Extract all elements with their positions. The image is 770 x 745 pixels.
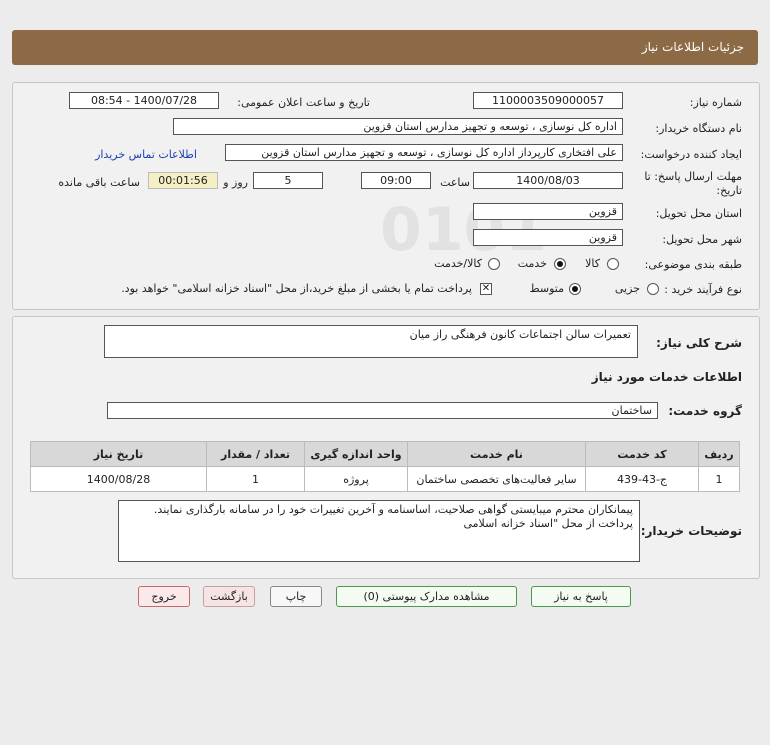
buyer-notes-label: توضیحات خریدار: (640, 524, 742, 538)
buyer-notes-line-1: پیمانکاران محترم میبایستی گواهی صلاحیت، … (153, 503, 633, 516)
print-button[interactable]: چاپ (270, 586, 322, 607)
category-radio-goods[interactable] (607, 258, 619, 270)
reply-button[interactable]: پاسخ به نیاز (531, 586, 631, 607)
category-radio-goods-service[interactable] (488, 258, 500, 270)
delivery-city-field: قزوین (473, 229, 623, 246)
col-service-code: کد خدمت (585, 441, 699, 467)
creator-label: ایجاد کننده درخواست: (640, 148, 742, 161)
remaining-time-field: 00:01:56 (148, 172, 218, 189)
service-group-field: ساختمان (107, 402, 658, 419)
col-need-date: تاریخ نیاز (30, 441, 207, 467)
service-group-label: گروه خدمت: (668, 404, 742, 418)
process-radio-minor[interactable] (647, 283, 659, 295)
view-attachments-button[interactable]: مشاهده مدارک پیوستی (0) (336, 586, 517, 607)
table-header-row: ردیف کد خدمت نام خدمت واحد اندازه گیری ت… (30, 441, 740, 467)
page-title: جزئیات اطلاعات نیاز (641, 40, 744, 54)
payment-checkbox[interactable]: ✕ (480, 283, 492, 295)
col-quantity: تعداد / مقدار (206, 441, 305, 467)
need-number-label: شماره نیاز: (689, 96, 742, 109)
cell-unit: پروژه (304, 466, 408, 492)
deadline-date-field: 1400/08/03 (473, 172, 623, 189)
process-option-medium: متوسط (529, 282, 564, 295)
summary-field: تعمیرات سالن اجتماعات کانون فرهنگی راز م… (104, 325, 638, 358)
exit-button[interactable]: خروج (138, 586, 190, 607)
need-info-panel (12, 82, 760, 310)
deadline-label: مهلت ارسال پاسخ: تا (644, 170, 742, 183)
category-radio-service[interactable] (554, 258, 566, 270)
cell-service-code: ج-43-439 (585, 466, 699, 492)
category-option-goods: کالا (585, 257, 600, 270)
delivery-province-label: استان محل تحویل: (655, 207, 742, 220)
cell-need-date: 1400/08/28 (30, 466, 207, 492)
table-row: 1 ج-43-439 سایر فعالیت‌های تخصصی ساختمان… (30, 466, 740, 492)
category-option-goods-service: کالا/خدمت (434, 257, 482, 270)
process-radio-medium[interactable] (569, 283, 581, 295)
back-button[interactable]: بازگشت (203, 586, 255, 607)
buyer-notes-field: پیمانکاران محترم میبایستی گواهی صلاحیت، … (118, 500, 640, 562)
cell-service-name: سایر فعالیت‌های تخصصی ساختمان (407, 466, 586, 492)
summary-label: شرح کلی نیاز: (656, 336, 742, 350)
need-number-field: 1100003509000057 (473, 92, 623, 109)
col-service-name: نام خدمت (407, 441, 586, 467)
col-unit: واحد اندازه گیری (304, 441, 408, 467)
payment-note: پرداخت تمام یا بخشی از مبلغ خرید،از محل … (121, 282, 472, 295)
services-heading: اطلاعات خدمات مورد نیاز (591, 370, 742, 384)
contact-info-link[interactable]: اطلاعات تماس خریدار (95, 148, 197, 161)
services-table: ردیف کد خدمت نام خدمت واحد اندازه گیری ت… (30, 441, 740, 492)
buyer-notes-line-2: پرداخت از محل "اسناد خزانه اسلامی (463, 517, 633, 530)
deadline-time-field: 09:00 (361, 172, 431, 189)
process-label: نوع فرآیند خرید : (664, 283, 742, 296)
delivery-city-label: شهر محل تحویل: (662, 233, 742, 246)
cell-quantity: 1 (206, 466, 305, 492)
page-header: جزئیات اطلاعات نیاز (12, 30, 758, 65)
category-label: طبقه بندی موضوعی: (644, 258, 742, 271)
buyer-org-field: اداره کل نوسازی ، توسعه و تجهیز مدارس اس… (173, 118, 623, 135)
deadline-date-label: تاریخ: (716, 184, 742, 197)
cell-row-number: 1 (698, 466, 740, 492)
days-label: روز و (223, 176, 248, 189)
category-option-service: خدمت (517, 257, 547, 270)
creator-field: علی افتخاری کارپرداز اداره کل نوسازی ، ت… (225, 144, 623, 161)
announce-label: تاریخ و ساعت اعلان عمومی: (237, 96, 370, 109)
days-field: 5 (253, 172, 323, 189)
deadline-time-label: ساعت (440, 176, 470, 189)
buyer-org-label: نام دستگاه خریدار: (655, 122, 742, 135)
col-row-number: ردیف (698, 441, 740, 467)
delivery-province-field: قزوین (473, 203, 623, 220)
process-option-minor: جزیی (614, 282, 640, 295)
remaining-label: ساعت باقی مانده (58, 176, 140, 189)
announce-field: 1400/07/28 - 08:54 (69, 92, 219, 109)
